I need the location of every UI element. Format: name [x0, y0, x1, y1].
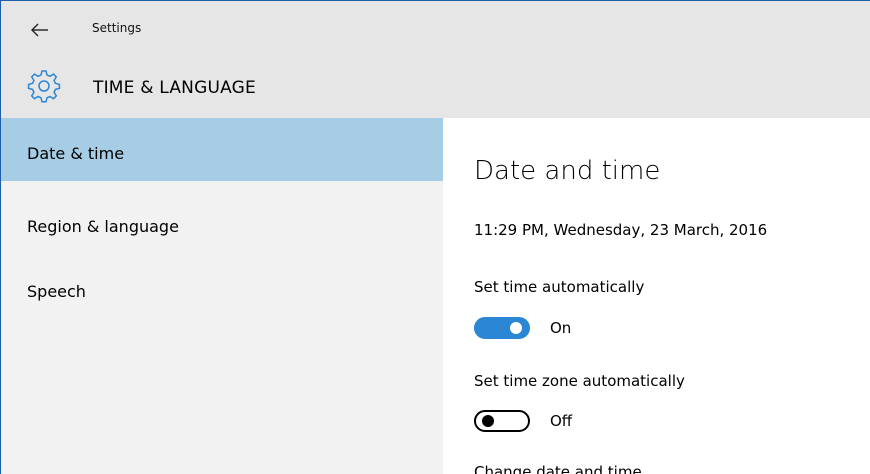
back-button[interactable]: [27, 19, 53, 41]
sidebar-item-speech[interactable]: Speech: [1, 258, 443, 321]
settings-window: Settings TIME & LANGUAGE Date & time Reg…: [0, 0, 870, 474]
toggle-state-label: Off: [550, 412, 573, 430]
back-arrow-icon: [31, 23, 48, 37]
toggle-knob: [510, 322, 522, 334]
main-content: Date and time 11:29 PM, Wednesday, 23 Ma…: [443, 118, 870, 474]
set-time-zone-automatically-toggle[interactable]: [474, 410, 530, 432]
app-title: Settings: [92, 21, 142, 35]
toggle-state-label: On: [550, 319, 572, 337]
gear-icon: [27, 70, 61, 103]
set-time-zone-automatically-label: Set time zone automatically: [474, 372, 685, 390]
change-date-time-heading: Change date and time: [474, 463, 642, 474]
set-time-automatically-toggle[interactable]: [474, 317, 530, 339]
set-time-automatically-label: Set time automatically: [474, 278, 645, 296]
current-datetime: 11:29 PM, Wednesday, 23 March, 2016: [474, 221, 768, 239]
page-title: Date and time: [474, 156, 661, 186]
set-time-automatically-row: On: [474, 315, 571, 341]
title-bar: Settings: [1, 1, 870, 59]
set-time-zone-automatically-row: Off: [474, 408, 572, 434]
toggle-knob: [482, 415, 494, 427]
section-header: TIME & LANGUAGE: [1, 59, 870, 118]
sidebar-item-region-language[interactable]: Region & language: [1, 193, 443, 256]
sidebar: Date & time Region & language Speech: [1, 118, 443, 474]
section-title: TIME & LANGUAGE: [93, 78, 256, 98]
sidebar-item-date-time[interactable]: Date & time: [1, 118, 443, 181]
